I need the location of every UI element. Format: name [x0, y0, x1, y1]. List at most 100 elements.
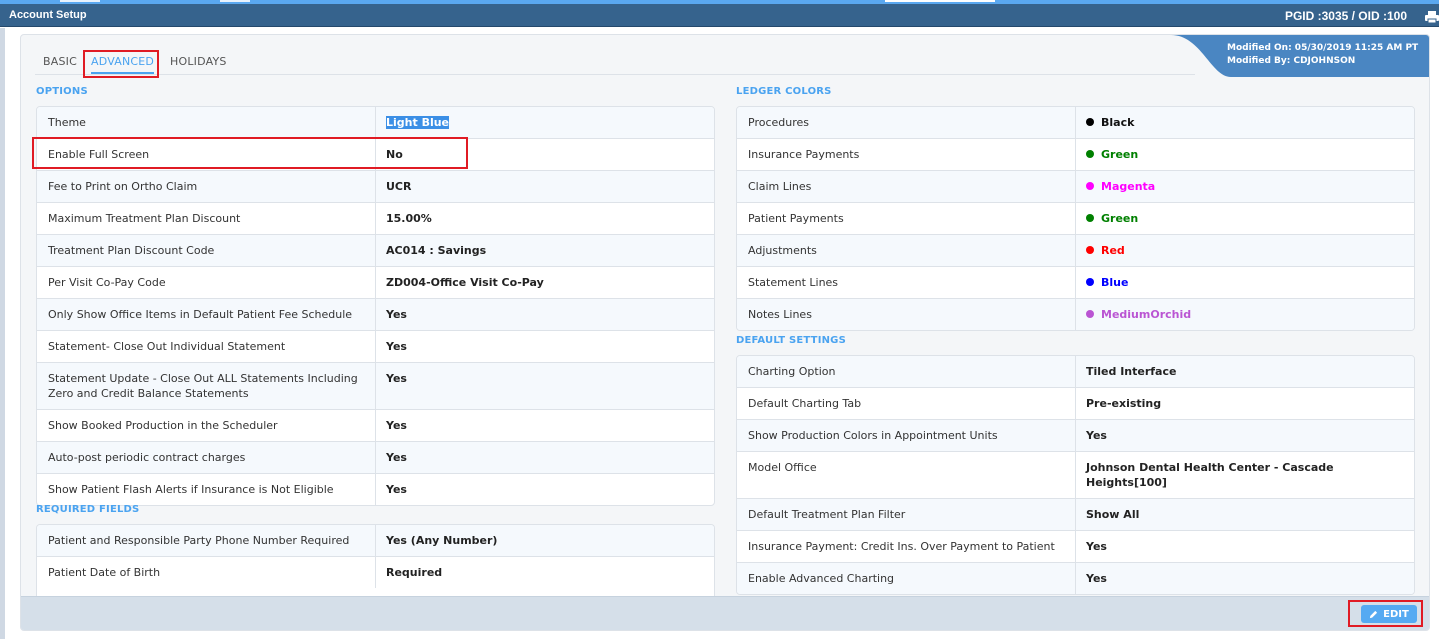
table-row: Fee to Print on Ortho Claim UCR: [37, 171, 714, 203]
tab-advanced[interactable]: ADVANCED: [91, 55, 155, 74]
default-settings-section-title: DEFAULT SETTINGS: [736, 335, 846, 346]
row-value: 15.00%: [376, 203, 714, 234]
value-text: Yes: [1086, 572, 1107, 585]
table-row: Theme Light Blue: [37, 107, 714, 139]
row-label: Model Office: [737, 452, 1076, 498]
table-row: Treatment Plan Discount Code AC014 : Savi…: [37, 235, 714, 267]
row-label: Show Booked Production in the Scheduler: [37, 410, 376, 441]
value-text: Yes: [386, 419, 407, 432]
row-label: Insurance Payment: Credit Ins. Over Paym…: [737, 531, 1076, 562]
row-value: Yes: [376, 299, 714, 330]
value-text: Show All: [1086, 508, 1140, 521]
table-row: Default Charting Tab Pre-existing: [737, 388, 1414, 420]
options-section-title: OPTIONS: [36, 86, 88, 97]
value-text: Pre-existing: [1086, 397, 1162, 410]
row-value: Johnson Dental Health Center - Cascade H…: [1076, 452, 1414, 498]
row-value: Yes: [1076, 563, 1414, 594]
value-text: Yes (Any Number): [386, 534, 498, 547]
value-text: No: [386, 148, 403, 161]
color-swatch-icon: [1086, 246, 1094, 254]
row-value: UCR: [376, 171, 714, 202]
color-swatch-icon: [1086, 278, 1094, 286]
row-value: Yes: [376, 410, 714, 441]
table-row: Show Booked Production in the Scheduler Y…: [37, 410, 714, 442]
table-row: Auto-post periodic contract charges Yes: [37, 442, 714, 474]
row-label: Statement- Close Out Individual Statemen…: [37, 331, 376, 362]
row-label: Show Production Colors in Appointment Un…: [737, 420, 1076, 451]
row-label: Auto-post periodic contract charges: [37, 442, 376, 473]
tab-holidays[interactable]: HOLIDAYS: [170, 55, 227, 68]
printer-icon[interactable]: [1425, 9, 1439, 24]
row-label: Fee to Print on Ortho Claim: [37, 171, 376, 202]
row-label: Enable Full Screen: [37, 139, 376, 170]
title-bar: Account Setup PGID :3035 / OID :100: [0, 4, 1439, 27]
row-value: Yes: [376, 442, 714, 473]
table-row: Charting Option Tiled Interface: [737, 356, 1414, 388]
row-value: Yes: [376, 363, 714, 409]
color-swatch-icon: [1086, 214, 1094, 222]
row-label: Insurance Payments: [737, 139, 1076, 170]
row-label: Adjustments: [737, 235, 1076, 266]
window-title: Account Setup: [9, 9, 87, 21]
left-edge-bar: [0, 28, 5, 639]
row-label: Patient and Responsible Party Phone Numb…: [37, 525, 376, 556]
row-value: MediumOrchid: [1076, 299, 1414, 330]
value-text: Yes: [386, 483, 407, 496]
footer-bar: EDIT: [21, 596, 1429, 630]
row-value: Yes: [376, 331, 714, 362]
table-row: Only Show Office Items in Default Patien…: [37, 299, 714, 331]
table-row: Patient Date of Birth Required: [37, 557, 714, 588]
value-text: UCR: [386, 180, 412, 193]
value-text: Yes: [386, 451, 407, 464]
table-row: Maximum Treatment Plan Discount 15.00%: [37, 203, 714, 235]
edit-button[interactable]: EDIT: [1361, 605, 1417, 623]
row-value: ZD004-Office Visit Co-Pay: [376, 267, 714, 298]
table-row: Model Office Johnson Dental Health Center…: [737, 452, 1414, 499]
value-text: Required: [386, 566, 443, 579]
table-row: Statement Update - Close Out ALL Stateme…: [37, 363, 714, 410]
row-label: Maximum Treatment Plan Discount: [37, 203, 376, 234]
default-settings-table: Charting Option Tiled Interface Default Ch…: [736, 355, 1415, 595]
color-name: Magenta: [1101, 180, 1156, 193]
pencil-icon: [1370, 610, 1378, 618]
color-name: Red: [1101, 244, 1125, 257]
value-text: Yes: [1086, 429, 1107, 442]
row-value: Red: [1076, 235, 1414, 266]
row-value: Green: [1076, 203, 1414, 234]
row-value: Yes (Any Number): [376, 525, 714, 556]
table-row: Insurance Payment: Credit Ins. Over Paym…: [737, 531, 1414, 563]
row-label: Enable Advanced Charting: [737, 563, 1076, 594]
pgid-oid-label: PGID :3035 / OID :100: [1284, 9, 1407, 23]
row-label: Only Show Office Items in Default Patien…: [37, 299, 376, 330]
ledger-colors-section-title: LEDGER COLORS: [736, 86, 832, 97]
color-name: Green: [1101, 148, 1139, 161]
tab-bar: BASIC ADVANCED HOLIDAYS: [35, 47, 1195, 75]
color-swatch-icon: [1086, 118, 1094, 126]
row-value: Green: [1076, 139, 1414, 170]
row-value: Magenta: [1076, 171, 1414, 202]
value-text: Johnson Dental Health Center - Cascade H…: [1086, 461, 1334, 489]
required-fields-table: Patient and Responsible Party Phone Numb…: [36, 524, 715, 597]
tab-basic[interactable]: BASIC: [43, 55, 77, 68]
row-label: Treatment Plan Discount Code: [37, 235, 376, 266]
color-swatch-icon: [1086, 182, 1094, 190]
row-label: Patient Payments: [737, 203, 1076, 234]
row-label: Charting Option: [737, 356, 1076, 387]
table-row: Adjustments Red: [737, 235, 1414, 267]
edit-label: EDIT: [1383, 608, 1409, 620]
row-value: Light Blue: [376, 107, 714, 138]
account-setup-panel: BASIC ADVANCED HOLIDAYS Modified On: 05/…: [20, 34, 1430, 631]
row-value: Yes: [376, 474, 714, 505]
ledger-colors-table: Procedures Black Insurance Payments Green Cl…: [736, 106, 1415, 331]
color-swatch-icon: [1086, 150, 1094, 158]
value-text: Light Blue: [386, 116, 450, 129]
row-label: Theme: [37, 107, 376, 138]
table-row: Show Production Colors in Appointment Un…: [737, 420, 1414, 452]
value-text: Yes: [386, 340, 407, 353]
color-name: Blue: [1101, 276, 1129, 289]
row-label: Per Visit Co-Pay Code: [37, 267, 376, 298]
row-value: Pre-existing: [1076, 388, 1414, 419]
modified-info-banner: Modified On: 05/30/2019 11:25 AM PT Modi…: [1171, 35, 1429, 77]
value-text: 15.00%: [386, 212, 432, 225]
row-value: Yes: [1076, 531, 1414, 562]
